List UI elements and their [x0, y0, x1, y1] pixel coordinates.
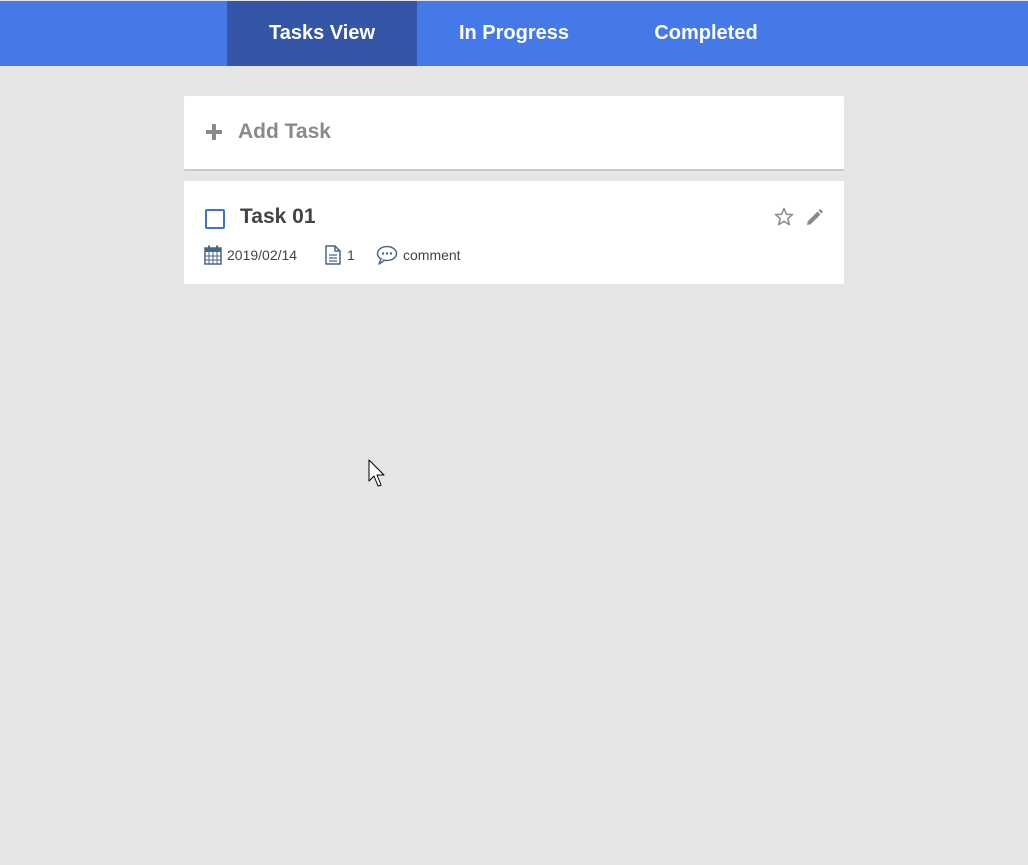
pencil-icon[interactable] — [804, 208, 824, 228]
task-files: 1 — [324, 244, 355, 266]
task-date-text: 2019/02/14 — [227, 247, 298, 263]
task-file-count: 1 — [347, 247, 355, 263]
comment-icon — [376, 245, 398, 265]
star-icon[interactable] — [774, 207, 794, 227]
tab-label: In Progress — [458, 22, 570, 44]
task-comment-label: comment — [403, 247, 461, 263]
tab-completed[interactable]: Completed — [611, 1, 801, 66]
tab-in-progress[interactable]: In Progress — [419, 1, 609, 66]
add-task-button[interactable]: Add Task — [184, 96, 844, 171]
task-date: 2019/02/14 — [204, 244, 297, 266]
tab-label: Completed — [654, 22, 758, 44]
add-task-label: Add Task — [238, 120, 331, 143]
task-comments[interactable]: comment — [376, 244, 461, 266]
task-card[interactable]: Task 01 2019/02/14 1 comment — [184, 181, 844, 284]
tab-tasks-view[interactable]: Tasks View — [227, 1, 417, 66]
calendar-icon — [204, 245, 222, 265]
plus-icon — [206, 124, 222, 140]
task-title: Task 01 — [240, 205, 316, 228]
file-icon — [325, 245, 341, 265]
tab-label: Tasks View — [269, 22, 375, 44]
mouse-cursor-icon — [368, 459, 385, 487]
top-nav: Tasks View In Progress Completed — [0, 1, 1028, 66]
task-checkbox[interactable] — [205, 209, 225, 229]
